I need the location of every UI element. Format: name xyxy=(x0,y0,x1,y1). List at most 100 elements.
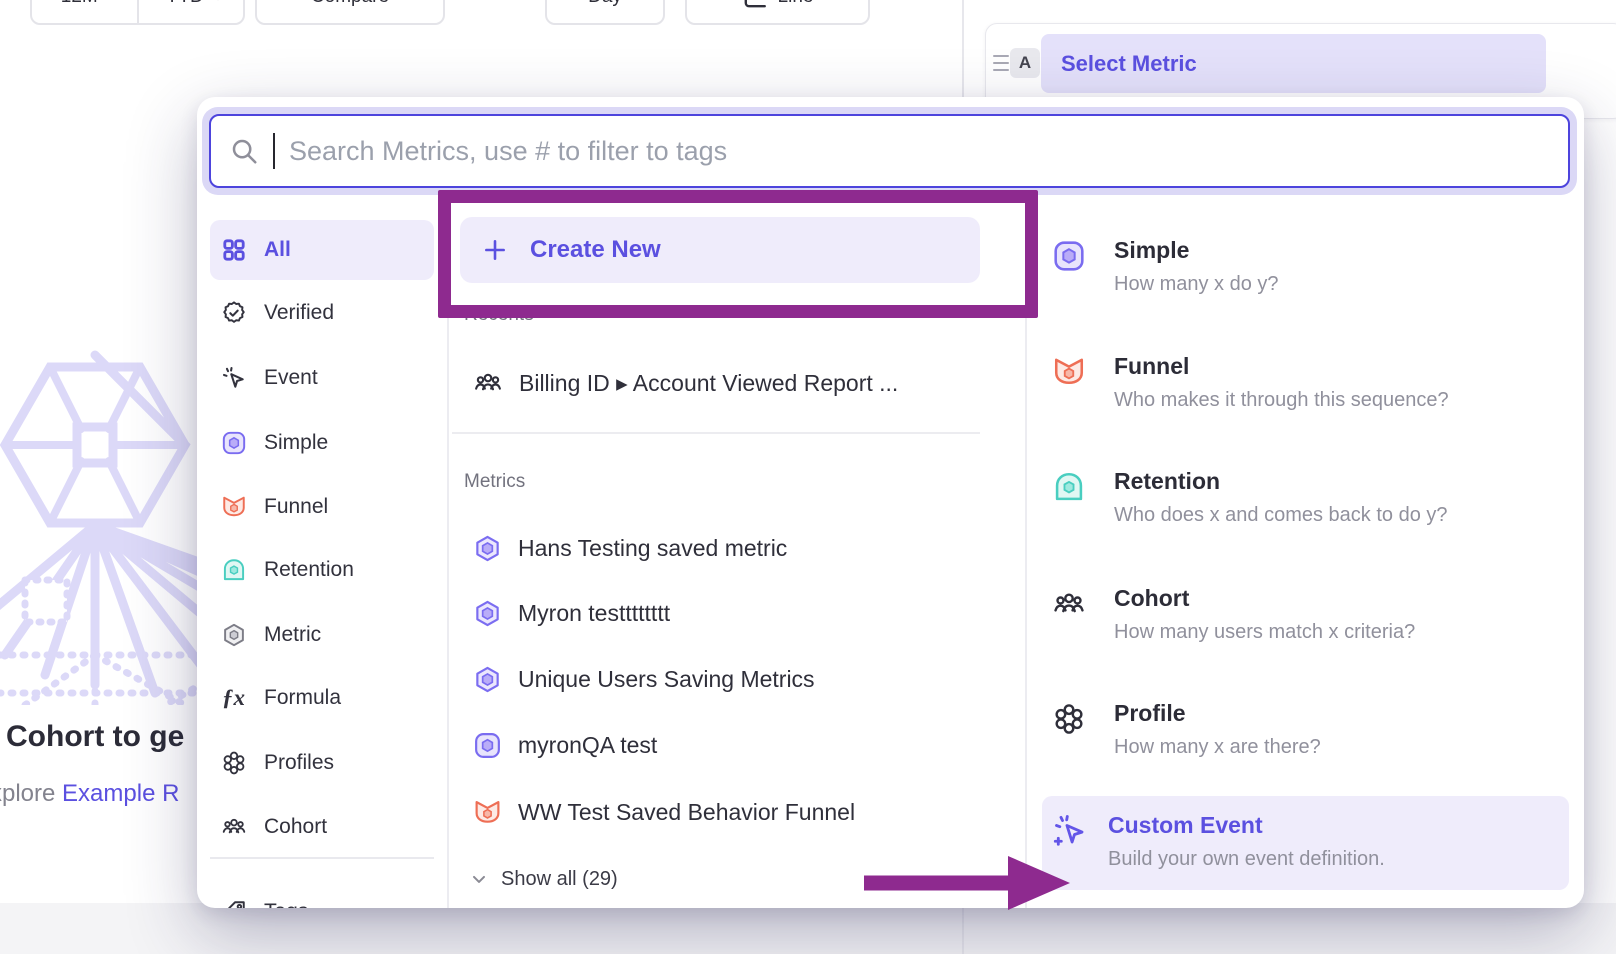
type-funnel[interactable]: Funnel Who makes it through this sequenc… xyxy=(1045,353,1565,412)
hexagon-icon xyxy=(220,622,247,649)
simple-square-icon xyxy=(1052,239,1086,273)
category-verified[interactable]: Verified xyxy=(210,283,434,343)
select-metric-button[interactable]: Select Metric xyxy=(1041,34,1546,93)
people-icon xyxy=(1052,587,1086,621)
category-all[interactable]: All xyxy=(210,220,434,280)
saved-metric-label: Unique Users Saving Metrics xyxy=(518,666,815,693)
annotation-highlight-rectangle xyxy=(438,190,1038,318)
category-funnel[interactable]: Funnel xyxy=(210,477,434,537)
saved-metric-item[interactable]: myronQA test xyxy=(473,721,657,769)
granularity-label: Day xyxy=(588,0,622,8)
seal-check-icon xyxy=(220,300,247,327)
saved-metric-label: Myron testttttttt xyxy=(518,600,670,627)
series-a-badge[interactable]: A xyxy=(1010,48,1040,78)
drag-handle-icon[interactable] xyxy=(993,55,1009,71)
page-bottom-strip xyxy=(0,903,1616,954)
range-12m-button[interactable]: 12M xyxy=(32,0,127,23)
category-label: Event xyxy=(264,366,318,390)
search-focus-ring: Search Metrics, use # to filter to tags xyxy=(202,107,1577,195)
compare-label: Compare xyxy=(311,0,389,8)
type-profile[interactable]: Profile How many x are there? xyxy=(1045,700,1565,759)
date-range-control[interactable]: 12M YTD xyxy=(30,0,245,25)
grid-icon xyxy=(220,237,247,264)
type-desc: Who does x and comes back to do y? xyxy=(1114,504,1448,527)
funnel-icon xyxy=(1052,355,1086,389)
saved-metric-label: myronQA test xyxy=(518,732,657,759)
category-label: All xyxy=(264,238,291,262)
category-label: Tags xyxy=(264,900,308,908)
funnel-icon xyxy=(473,798,502,827)
search-metrics-input[interactable]: Search Metrics, use # to filter to tags xyxy=(209,114,1570,188)
category-label: Cohort xyxy=(264,815,327,839)
range-ytd-button[interactable]: YTD xyxy=(149,0,244,23)
category-label: Metric xyxy=(264,623,321,647)
annotation-arrow xyxy=(858,850,1078,916)
select-metric-label: Select Metric xyxy=(1061,51,1197,77)
type-name: Cohort xyxy=(1114,585,1415,612)
simple-square-icon xyxy=(220,430,247,457)
retention-arch-icon xyxy=(1052,470,1086,504)
metric-hexagon-icon xyxy=(473,665,502,694)
type-retention[interactable]: Retention Who does x and comes back to d… xyxy=(1045,468,1565,527)
range-ytd-label: YTD xyxy=(166,0,204,8)
show-all-label: Show all (29) xyxy=(501,868,618,891)
category-metric[interactable]: Metric xyxy=(210,605,434,665)
saved-metric-item[interactable]: WW Test Saved Behavior Funnel xyxy=(473,788,855,836)
segment-divider xyxy=(137,0,139,23)
type-name: Funnel xyxy=(1114,353,1449,380)
profiles-cluster-icon xyxy=(1052,702,1086,736)
category-label: Simple xyxy=(264,431,328,455)
type-desc: Build your own event definition. xyxy=(1108,848,1385,871)
line-chart-icon xyxy=(742,0,768,10)
category-label: Verified xyxy=(264,301,334,325)
cursor-sparkle-icon xyxy=(1052,812,1088,848)
type-name: Simple xyxy=(1114,237,1279,264)
category-cohort[interactable]: Cohort xyxy=(210,797,434,857)
saved-metric-item[interactable]: Hans Testing saved metric xyxy=(473,524,787,572)
compare-button[interactable]: Compare xyxy=(255,0,445,25)
saved-metric-label: WW Test Saved Behavior Funnel xyxy=(518,799,855,826)
cursor-click-icon xyxy=(220,365,247,392)
metric-hexagon-icon xyxy=(473,599,502,628)
category-label: Formula xyxy=(264,686,341,710)
category-tags[interactable]: Tags xyxy=(210,882,434,908)
type-cohort[interactable]: Cohort How many users match x criteria? xyxy=(1045,585,1565,644)
funnel-icon xyxy=(220,494,247,521)
category-profiles[interactable]: Profiles xyxy=(210,733,434,793)
saved-metric-item[interactable]: Unique Users Saving Metrics xyxy=(473,655,815,703)
category-label: Profiles xyxy=(264,751,334,775)
type-simple[interactable]: Simple How many x do y? xyxy=(1045,237,1565,296)
formula-fx-icon: ƒx xyxy=(220,685,247,712)
sidebar-divider xyxy=(210,857,434,859)
metrics-heading: Metrics xyxy=(464,471,525,493)
people-icon xyxy=(220,814,247,841)
search-placeholder: Search Metrics, use # to filter to tags xyxy=(289,136,727,167)
saved-metric-label: Hans Testing saved metric xyxy=(518,535,787,562)
recent-item-billing[interactable]: Billing ID ▸ Account Viewed Report ... xyxy=(473,359,898,407)
empty-state-explore-text: xplore Example R xyxy=(0,780,179,808)
section-divider xyxy=(452,432,980,434)
text-cursor xyxy=(273,133,275,169)
type-name: Retention xyxy=(1114,468,1448,495)
profiles-cluster-icon xyxy=(220,750,247,777)
saved-metric-item[interactable]: Myron testttttttt xyxy=(473,589,670,637)
show-all-toggle[interactable]: Show all (29) xyxy=(469,859,618,899)
app-canvas: r Cohort to ge xplore Example R 12M YTD … xyxy=(0,0,1616,954)
recent-item-label: Billing ID ▸ Account Viewed Report ... xyxy=(519,370,898,397)
explore-prefix: xplore xyxy=(0,780,55,807)
category-retention[interactable]: Retention xyxy=(210,540,434,600)
category-event[interactable]: Event xyxy=(210,348,434,408)
chevron-down-icon xyxy=(469,869,489,889)
range-12m-label: 12M xyxy=(61,0,98,8)
example-reports-link[interactable]: Example R xyxy=(62,780,179,807)
category-simple[interactable]: Simple xyxy=(210,413,434,473)
type-name: Custom Event xyxy=(1108,812,1385,839)
chart-type-label: Line xyxy=(778,0,814,8)
metric-hexagon-icon xyxy=(473,534,502,563)
category-formula[interactable]: ƒx Formula xyxy=(210,668,434,728)
granularity-button[interactable]: Day xyxy=(545,0,665,25)
type-desc: How many x do y? xyxy=(1114,273,1279,296)
chart-type-button[interactable]: Line xyxy=(685,0,870,25)
type-custom-event[interactable]: Custom Event Build your own event defini… xyxy=(1042,796,1569,890)
type-desc: How many users match x criteria? xyxy=(1114,621,1415,644)
